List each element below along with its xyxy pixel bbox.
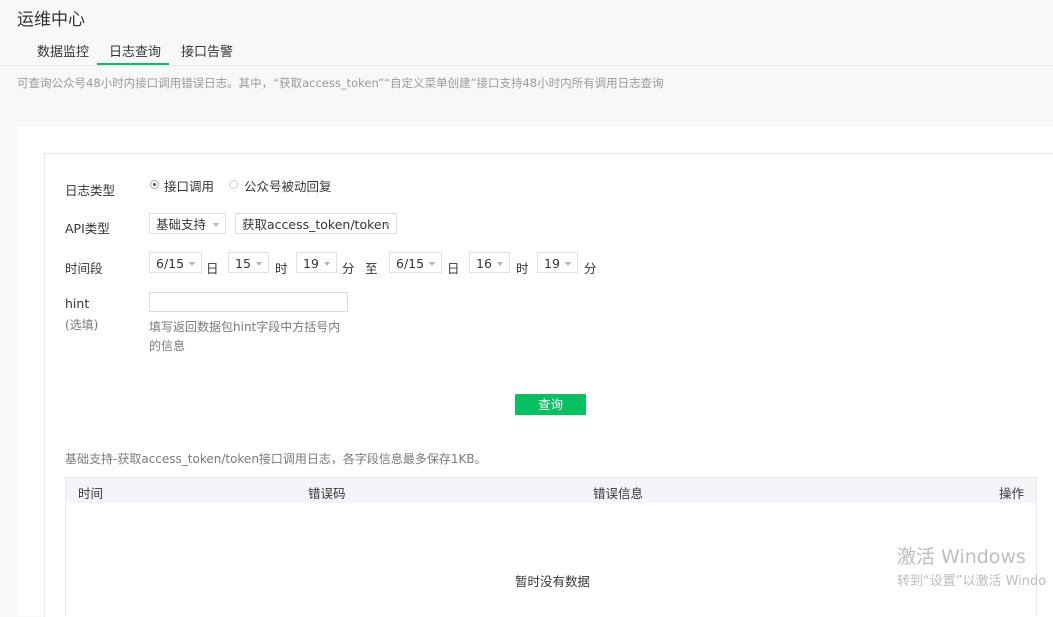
end-hour-unit: 时 [516, 261, 529, 276]
hint-help-line-2: 的信息 [149, 339, 186, 353]
start-hour-select[interactable]: 15 [228, 252, 269, 273]
column-header-time: 时间 [78, 486, 104, 501]
hint-help-text: 填写返回数据包hint字段中方括号内 的信息 [149, 318, 349, 356]
chevron-down-icon [429, 262, 435, 266]
chevron-down-icon [213, 223, 219, 227]
tab-bar: 数据监控 日志查询 接口告警 [0, 38, 1053, 66]
start-minute-select[interactable]: 19 [296, 252, 337, 273]
start-date-select[interactable]: 6/15 [149, 252, 202, 273]
query-button[interactable]: 查询 [515, 394, 586, 415]
api-category-select[interactable]: 基础支持 [149, 213, 226, 234]
end-date-select[interactable]: 6/15 [389, 252, 442, 273]
start-day-unit: 日 [206, 261, 219, 276]
chevron-down-icon [565, 262, 571, 266]
column-header-error-code: 错误码 [308, 486, 346, 501]
api-category-value: 基础支持 [156, 217, 207, 232]
start-minute-unit: 分 [342, 261, 355, 276]
table-description: 基础支持-获取access_token/token接口调用日志，各字段信息最多保… [65, 452, 487, 466]
hint-help-line-1: 填写返回数据包hint字段中方括号内 [149, 320, 341, 334]
table-body [65, 503, 1037, 616]
log-type-label: 日志类型 [65, 183, 116, 198]
chevron-down-icon [189, 262, 195, 266]
start-minute-value: 19 [303, 256, 319, 271]
hint-optional-label: (选填) [65, 318, 99, 332]
api-name-value: 获取access_token/token [242, 217, 390, 232]
notice-text: 可查询公众号48小时内接口调用错误日志。其中，“获取access_token”“… [17, 76, 664, 90]
chevron-down-icon [497, 262, 503, 266]
tab-data-monitor[interactable]: 数据监控 [37, 41, 89, 60]
windows-activation-watermark-subtitle: 转到“设置”以激活 Windo [897, 574, 1047, 589]
table-header: 时间 错误码 错误信息 操作 [65, 477, 1037, 504]
hint-input[interactable] [149, 292, 348, 312]
time-range-label: 时间段 [65, 261, 103, 276]
chevron-down-icon [324, 262, 330, 266]
end-minute-value: 19 [544, 256, 560, 271]
tab-api-alert[interactable]: 接口告警 [181, 41, 233, 60]
radio-passive-reply[interactable] [229, 180, 238, 189]
windows-activation-watermark-title: 激活 Windows [897, 546, 1026, 568]
start-hour-value: 15 [235, 256, 251, 271]
start-date-value: 6/15 [156, 256, 185, 271]
api-name-select[interactable]: 获取access_token/token [235, 213, 397, 234]
api-type-label: API类型 [65, 221, 110, 236]
column-header-error-message: 错误信息 [593, 486, 644, 501]
column-header-action: 操作 [999, 486, 1025, 501]
end-minute-unit: 分 [584, 261, 597, 276]
range-separator: 至 [365, 261, 378, 276]
end-date-value: 6/15 [396, 256, 425, 271]
end-hour-value: 16 [476, 256, 492, 271]
radio-passive-reply-label[interactable]: 公众号被动回复 [244, 176, 332, 195]
page-title: 运维中心 [17, 10, 85, 30]
chevron-down-icon [384, 223, 390, 227]
active-tab-indicator [97, 63, 169, 65]
chevron-down-icon [256, 262, 262, 266]
end-day-unit: 日 [447, 261, 460, 276]
end-minute-select[interactable]: 19 [537, 252, 578, 273]
radio-api-call[interactable] [150, 180, 159, 189]
start-hour-unit: 时 [275, 261, 288, 276]
tab-log-query[interactable]: 日志查询 [109, 41, 161, 60]
end-hour-select[interactable]: 16 [469, 252, 510, 273]
radio-api-call-label[interactable]: 接口调用 [164, 176, 214, 195]
hint-label: hint [65, 296, 90, 311]
empty-state-text: 暂时没有数据 [515, 574, 591, 589]
